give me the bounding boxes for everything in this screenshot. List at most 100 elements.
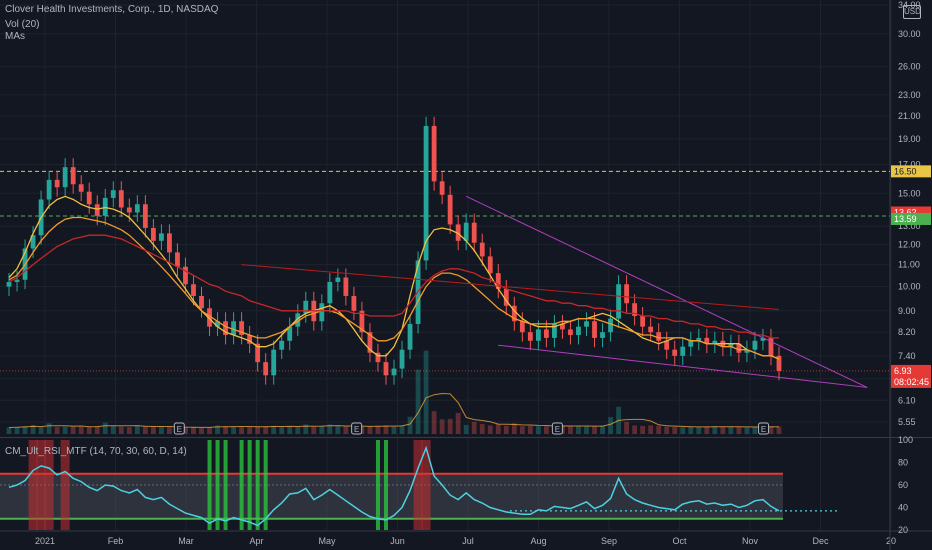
volume-bar (535, 426, 541, 434)
volume-bar (503, 425, 509, 434)
chart-canvas[interactable]: 2021 Feb Mar Apr May Jun Jul Aug Sep Oct Nov Dec 20 3… (0, 0, 932, 550)
x-axis-tick-label: Mar (178, 536, 194, 546)
volume-legend[interactable]: Vol (20) (5, 19, 39, 30)
volume-bar (415, 369, 421, 434)
volume-bar (736, 427, 742, 434)
candle-body (351, 295, 357, 311)
candle-body (608, 318, 613, 333)
price-axis-tick-label: 19.00 (898, 134, 921, 144)
candle-body (592, 321, 597, 338)
volume-bar (38, 427, 44, 434)
candle-body (624, 284, 630, 304)
volume-bar (311, 426, 317, 434)
volume-bar (375, 425, 381, 434)
candle-body (568, 329, 573, 336)
candle-body (110, 190, 116, 198)
volume-bar (576, 426, 581, 434)
rsi-oversold-highlight (247, 440, 252, 530)
volume-bar (199, 427, 204, 434)
rsi-oversold-highlight (215, 440, 220, 530)
price-axis-label: 13.59 (894, 214, 917, 224)
candle-body (664, 340, 670, 350)
price-axis-label: 08:02:45 (894, 377, 929, 387)
candle-body (94, 204, 100, 216)
candle-body (600, 332, 605, 338)
x-axis-tick-label: Aug (530, 536, 546, 546)
candle-body (431, 125, 437, 182)
price-axis-tick-label: 23.00 (898, 90, 921, 100)
volume-bar (624, 421, 630, 434)
volume-bar (712, 426, 718, 434)
moving-averages-legend[interactable]: MAs (5, 31, 25, 42)
symbol-title: Clover Health Investments, Corp., 1D, NA… (5, 4, 219, 15)
rsi-band (0, 473, 783, 519)
candle-body (447, 194, 453, 225)
earnings-marker-label: E (555, 425, 560, 434)
price-axis-tick-label: 15.00 (898, 188, 921, 198)
volume-bar (592, 426, 597, 434)
x-axis-tick-label: 2021 (35, 536, 55, 546)
candle-body (343, 277, 349, 296)
volume-bar (54, 427, 60, 434)
candle-body (263, 362, 269, 376)
x-axis-tick-label: Jun (390, 536, 405, 546)
x-axis-tick-label: Feb (108, 536, 124, 546)
volume-bar (543, 426, 549, 434)
volume-bar (94, 426, 100, 434)
currency-badge[interactable]: USD (903, 5, 921, 19)
volume-bar (471, 421, 477, 434)
candle-body (479, 242, 485, 257)
x-axis-tick-label: Jul (462, 536, 474, 546)
volume-bar (648, 425, 654, 434)
rsi-indicator-title[interactable]: CM_Ult_RSI_MTF (14, 70, 30, 60, D, 14) (5, 446, 187, 457)
candle-body (271, 349, 277, 376)
volume-bar (367, 426, 373, 434)
rsi-oversold-highlight (383, 440, 388, 530)
candle-body (648, 326, 654, 333)
price-axis-tick-label: 12.00 (898, 240, 921, 250)
price-axis-tick-label: 6.10 (898, 395, 916, 405)
volume-bar (239, 427, 245, 434)
volume-bar (752, 426, 758, 434)
candle-body (656, 332, 662, 341)
volume-bar (704, 426, 710, 434)
rsi-axis-tick-label: 100 (898, 435, 913, 445)
candle-body (576, 326, 581, 336)
volume-bar (14, 427, 20, 434)
price-axis-tick-label: 11.00 (898, 260, 920, 270)
rsi-oversold-highlight (255, 440, 260, 530)
candle-body (150, 227, 156, 241)
price-axis-tick-label: 26.00 (898, 62, 921, 72)
candle-body (399, 349, 405, 369)
price-axis-tick-label: 21.00 (898, 111, 921, 121)
price-axis-tick-label: 10.00 (898, 282, 921, 292)
volume-bar (608, 417, 613, 434)
x-axis-tick-label: Nov (742, 536, 759, 546)
candle-body (319, 303, 325, 322)
candle-body (191, 284, 196, 296)
volume-bar (423, 350, 429, 434)
volume-bar (696, 427, 702, 434)
candle-body (584, 321, 589, 327)
candle-body (383, 362, 389, 376)
rsi-oversold-highlight (207, 440, 212, 530)
candle-body (640, 315, 646, 327)
volume-bar (391, 426, 397, 434)
volume-bar (463, 424, 469, 434)
volume-bar (158, 426, 164, 434)
volume-bar (479, 424, 485, 434)
candle-body (303, 300, 309, 314)
price-axis-tick-label: 7.40 (898, 351, 916, 361)
candle-body (14, 279, 20, 282)
price-axis-tick-label: 5.55 (898, 417, 916, 427)
volume-bar (495, 424, 501, 434)
volume-bar (319, 426, 325, 434)
volume-bar (102, 422, 108, 434)
candle-body (616, 284, 621, 319)
volume-bar (776, 426, 782, 434)
volume-bar (455, 412, 461, 434)
candle-body (70, 167, 76, 185)
candle-body (78, 184, 84, 192)
candle-body (439, 181, 445, 195)
volume-bar (70, 426, 76, 434)
